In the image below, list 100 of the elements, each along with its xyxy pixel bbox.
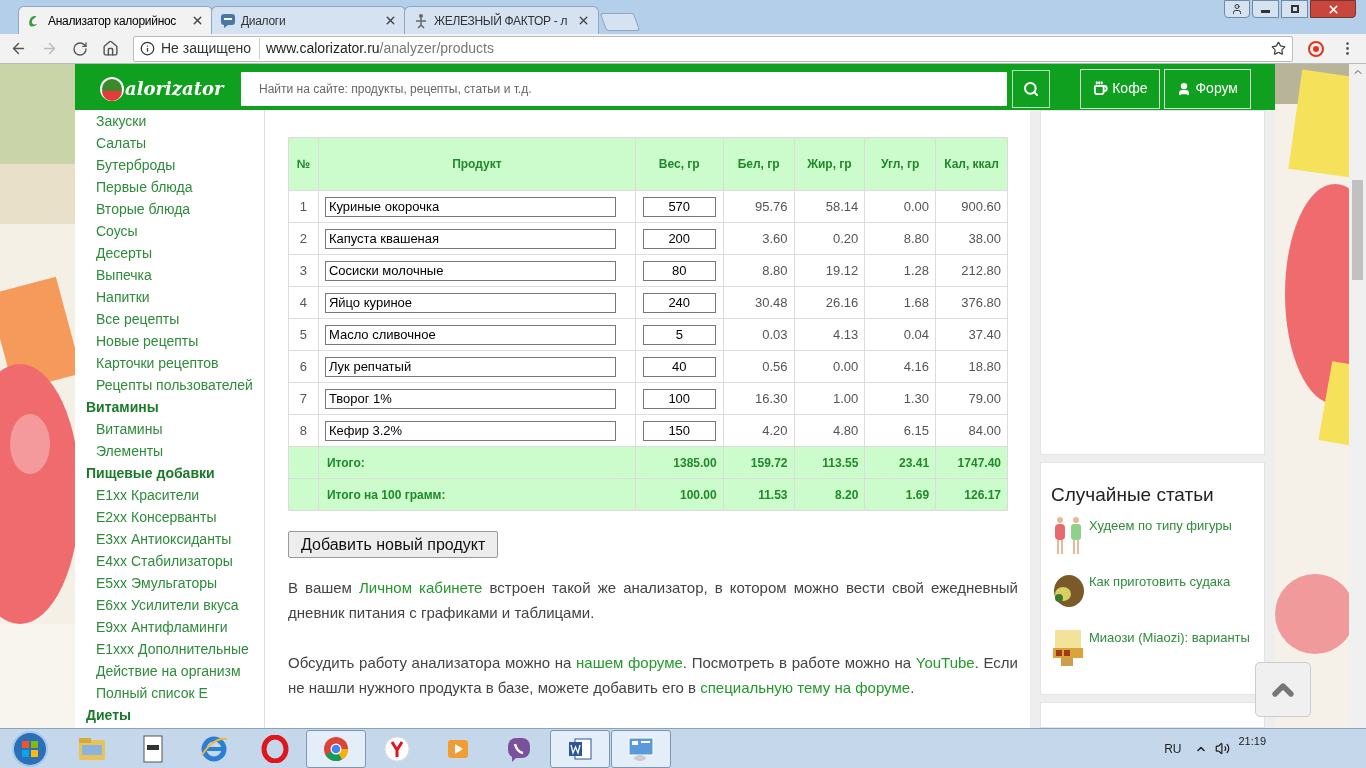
language-indicator[interactable]: RU — [1164, 739, 1182, 758]
product-field[interactable]: Сосиски молочные — [324, 260, 616, 281]
sidebar-link[interactable]: Рецепты пользователей — [86, 374, 253, 396]
add-product-button[interactable]: Добавить новый продукт — [288, 531, 499, 558]
table-cell: 212.80 — [935, 254, 1008, 287]
close-icon[interactable] — [191, 14, 204, 27]
restore-button[interactable] — [1281, 0, 1308, 18]
sidebar-link[interactable]: E5xx Эмульгаторы — [86, 572, 218, 594]
product-field[interactable]: Капуста квашеная — [324, 228, 616, 249]
sidebar-link[interactable]: Витамины — [86, 418, 163, 440]
reload-icon[interactable] — [72, 40, 88, 57]
sidebar-link[interactable]: E4xx Стабилизаторы — [86, 550, 233, 572]
product-field[interactable]: Лук репчатый — [324, 356, 616, 377]
document-icon — [141, 734, 165, 763]
sidebar-link[interactable]: E3xx Антиоксиданты — [86, 528, 232, 550]
table-cell: 8.80 — [723, 254, 794, 287]
user-icon — [1231, 3, 1243, 15]
sidebar-link[interactable]: Салаты — [86, 132, 147, 154]
header-button[interactable]: Кофе — [1080, 68, 1161, 109]
weight-field[interactable]: 200 — [642, 228, 716, 249]
sidebar-link[interactable]: Выпечка — [86, 264, 152, 286]
weight-field[interactable]: 150 — [642, 420, 716, 441]
weight-field[interactable]: 570 — [642, 196, 716, 217]
product-field[interactable]: Куриные окорочка — [324, 196, 616, 217]
sidebar-link[interactable]: Полный список E — [86, 682, 208, 704]
table-cell: 4 — [288, 286, 319, 319]
article-link[interactable]: Миаози (Miaozi): варианты — [1089, 627, 1250, 647]
target-icon[interactable] — [1307, 39, 1325, 58]
scroll-top-button[interactable] — [1255, 662, 1311, 717]
sidebar-link[interactable]: Новые рецепты — [86, 330, 199, 352]
bookmark-star-icon[interactable] — [1271, 41, 1286, 56]
sidebar-link[interactable]: E9xx Антифламинги — [86, 616, 228, 638]
sidebar-link[interactable]: Напитки — [86, 286, 150, 308]
sidebar-link[interactable]: Первые блюда — [86, 176, 193, 198]
scrollbar[interactable] — [1349, 64, 1366, 728]
sidebar-link[interactable]: E6xx Усилители вкуса — [86, 594, 239, 616]
weight-field[interactable]: 240 — [642, 292, 716, 313]
back-icon[interactable] — [10, 40, 27, 57]
sidebar-link[interactable]: Закуски — [86, 110, 147, 132]
search-field[interactable]: Найти на сайте: продукты, рецепты, статьи и т.д. — [239, 69, 1009, 108]
weight-field[interactable]: 40 — [642, 356, 716, 377]
search-icon — [1023, 80, 1039, 97]
weight-field[interactable]: 5 — [642, 324, 716, 345]
sidebar-link[interactable]: Бутерброды — [86, 154, 176, 176]
profile-button[interactable] — [1224, 0, 1250, 18]
sidebar-heading[interactable]: Пищевые добавки — [86, 462, 215, 484]
table-cell: 30.48 — [723, 286, 794, 319]
paragraph: В вашем Личном кабинете встроен такой же анализатор, в котором можно вести свой ежедневный дневник питания с графиками и таблицами. — [288, 578, 1018, 623]
address-field[interactable]: Не защищено www.calorizator.ru/analyzer/products — [133, 35, 1293, 62]
weight-field[interactable]: 80 — [642, 260, 716, 281]
article-link[interactable]: Как приготовить судака — [1089, 571, 1231, 591]
table-cell: 8 — [288, 414, 319, 447]
close-icon[interactable] — [577, 14, 590, 27]
sidebar-link[interactable]: Десерты — [86, 242, 152, 264]
product-field[interactable]: Масло сливочное — [324, 324, 616, 345]
weight-field[interactable]: 100 — [642, 388, 716, 409]
home-icon[interactable] — [102, 40, 119, 57]
search-button[interactable] — [1012, 69, 1050, 108]
clock[interactable]: 21:19 — [1238, 733, 1266, 750]
product-field[interactable]: Творог 1% — [324, 388, 616, 409]
text-link[interactable]: нашем форуме — [576, 654, 683, 671]
site-logo[interactable]: alorizator — [99, 75, 239, 102]
sidebar-link[interactable]: Соусы — [86, 220, 138, 242]
total-cell: 23.41 — [864, 446, 936, 479]
table-cell: 7 — [288, 382, 319, 415]
minimize-button[interactable] — [1252, 0, 1279, 18]
sidebar-link[interactable]: E2xx Консерванты — [86, 506, 217, 528]
start-button[interactable] — [12, 730, 48, 767]
sidebar-link[interactable]: E1xxx Дополнительные — [86, 638, 249, 660]
sidebar-heading[interactable]: Витамины — [86, 396, 159, 418]
text-link[interactable]: YouTube — [915, 654, 975, 671]
product-field[interactable]: Яйцо куриное — [324, 292, 616, 313]
table-cell: 1.30 — [864, 382, 936, 415]
close-icon[interactable] — [384, 14, 397, 27]
globe-icon — [200, 734, 228, 763]
scrollbar-thumb[interactable] — [1352, 180, 1363, 280]
browser-tab[interactable]: Диалоги — [211, 6, 406, 34]
header-button[interactable]: Форум — [1164, 68, 1251, 109]
browser-tab[interactable]: ЖЕЛЕЗНЫЙ ФАКТОР - л — [404, 6, 599, 34]
total-label: Итого на 100 грамм: — [318, 478, 636, 511]
taskbar-app[interactable] — [550, 729, 610, 768]
sidebar-link[interactable]: Карточки рецептов — [86, 352, 219, 374]
browser-tab[interactable]: Анализатор калорийнос — [18, 6, 213, 34]
sidebar-link[interactable]: Элементы — [86, 440, 164, 462]
circle-logo-icon — [322, 734, 350, 763]
article-link[interactable]: Худеем по типу фигуры — [1089, 515, 1232, 535]
sidebar-heading[interactable]: Диеты — [86, 704, 131, 726]
text-link[interactable]: Личном кабинете — [359, 579, 483, 596]
sidebar-link[interactable]: E1xx Красители — [86, 484, 200, 506]
table-cell: 26.16 — [794, 286, 865, 319]
sidebar-link[interactable]: Все рецепты — [86, 308, 180, 330]
close-button[interactable] — [1310, 0, 1356, 18]
text-link[interactable]: специальную тему на форуме — [700, 679, 911, 696]
product-field[interactable]: Кефир 3.2% — [324, 420, 616, 441]
table-cell: 0.04 — [864, 318, 936, 351]
total-cell: 100.00 — [635, 478, 724, 511]
table-cell: 4.80 — [794, 414, 865, 447]
sidebar-link[interactable]: Вторые блюда — [86, 198, 191, 220]
volume-icon[interactable] — [1215, 741, 1231, 756]
sidebar-link[interactable]: Действие на организм — [86, 660, 241, 682]
